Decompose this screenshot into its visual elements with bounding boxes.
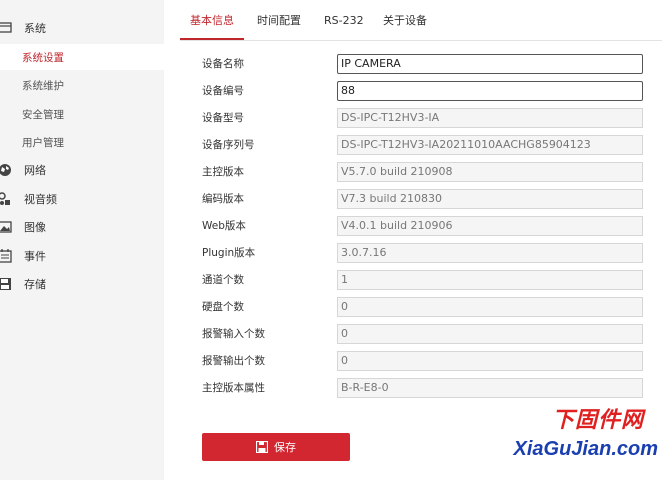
tab-time-settings[interactable]: 时间配置 xyxy=(247,0,311,40)
sidebar-item-network[interactable]: 网络 xyxy=(0,157,164,183)
field-label: 设备序列号 xyxy=(202,139,255,151)
form-row-encoding-version: 编码版本 V7.3 build 210830 xyxy=(202,188,643,210)
field-label: 主控版本 xyxy=(202,166,244,178)
plugin-version-field: 3.0.7.16 xyxy=(337,243,643,263)
sidebar-item-system[interactable]: 系统 xyxy=(0,15,164,41)
field-label: 编码版本 xyxy=(202,193,244,205)
form-row-hdd-count: 硬盘个数 0 xyxy=(202,296,643,318)
sidebar-item-label: 系统设置 xyxy=(22,51,64,64)
watermark-text: 下固件网 xyxy=(551,408,644,433)
save-icon xyxy=(255,440,269,454)
firmware-attribute-field: B-R-E8-0 xyxy=(337,378,643,398)
device-number-input[interactable] xyxy=(337,81,643,101)
sidebar-item-label: 网络 xyxy=(24,164,46,177)
field-label: 设备编号 xyxy=(202,85,244,97)
web-version-field: V4.0.1 build 210906 xyxy=(337,216,643,236)
field-label: 主控版本属性 xyxy=(202,382,265,394)
device-model-field: DS-IPC-T12HV3-IA xyxy=(337,108,643,128)
form-row-web-version: Web版本 V4.0.1 build 210906 xyxy=(202,215,643,237)
sidebar-item-label: 安全管理 xyxy=(22,108,64,121)
globe-icon xyxy=(0,163,12,177)
sidebar-item-label: 视音频 xyxy=(24,193,57,206)
field-label: 通道个数 xyxy=(202,274,244,286)
form-row-device-number: 设备编号 xyxy=(202,80,643,102)
form-row-firmware-attribute: 主控版本属性 B-R-E8-0 xyxy=(202,377,643,399)
form-row-firmware-version: 主控版本 V5.7.0 build 210908 xyxy=(202,161,643,183)
field-label: 硬盘个数 xyxy=(202,301,244,313)
channel-count-field: 1 xyxy=(337,270,643,290)
field-label: 报警输入个数 xyxy=(202,328,265,340)
form-row-device-name: 设备名称 xyxy=(202,53,643,75)
form-row-alarm-output-count: 报警输出个数 0 xyxy=(202,350,643,372)
field-label: Plugin版本 xyxy=(202,247,256,259)
tab-bar: 基本信息 时间配置 RS-232 关于设备 xyxy=(180,0,662,41)
tab-basic-info[interactable]: 基本信息 xyxy=(180,0,244,40)
firmware-version-field: V5.7.0 build 210908 xyxy=(337,162,643,182)
field-label: 报警输出个数 xyxy=(202,355,265,367)
sidebar-item-label: 系统 xyxy=(24,22,46,35)
sidebar-item-label: 图像 xyxy=(24,221,46,234)
sidebar-item-system-maintenance[interactable]: 系统维护 xyxy=(0,72,164,98)
form-row-device-model: 设备型号 DS-IPC-T12HV3-IA xyxy=(202,107,643,129)
sidebar-item-security-management[interactable]: 安全管理 xyxy=(0,101,164,127)
calendar-icon xyxy=(0,249,12,263)
form-row-serial-number: 设备序列号 DS-IPC-T12HV3-IA20211010AACHG85904… xyxy=(202,134,643,156)
sidebar-item-label: 存储 xyxy=(24,278,46,291)
sidebar-item-label: 系统维护 xyxy=(22,79,64,92)
sidebar-item-label: 用户管理 xyxy=(22,136,64,149)
serial-number-field: DS-IPC-T12HV3-IA20211010AACHG85904123 xyxy=(337,135,643,155)
sidebar-item-label: 事件 xyxy=(24,250,46,263)
form-row-alarm-input-count: 报警输入个数 0 xyxy=(202,323,643,345)
sidebar-item-event[interactable]: 事件 xyxy=(0,243,164,269)
monitor-icon xyxy=(0,21,12,35)
tab-about-device[interactable]: 关于设备 xyxy=(373,0,437,40)
alarm-output-count-field: 0 xyxy=(337,351,643,371)
save-button[interactable]: 保存 xyxy=(202,433,350,461)
audio-video-icon xyxy=(0,192,12,206)
watermark-url: XiaGuJian.com xyxy=(513,438,659,460)
field-label: 设备型号 xyxy=(202,112,244,124)
watermark: 下固件网 XiaGuJian.com xyxy=(492,398,662,480)
field-label: 设备名称 xyxy=(202,58,244,70)
tab-rs232[interactable]: RS-232 xyxy=(314,0,374,40)
form-row-channel-count: 通道个数 1 xyxy=(202,269,643,291)
save-button-label: 保存 xyxy=(274,441,296,454)
hdd-count-field: 0 xyxy=(337,297,643,317)
sidebar: 系统 系统设置 系统维护 安全管理 用户管理 网络 视音频 图像 事件 存储 xyxy=(0,0,164,480)
form-row-plugin-version: Plugin版本 3.0.7.16 xyxy=(202,242,643,264)
sidebar-item-image[interactable]: 图像 xyxy=(0,214,164,240)
sidebar-item-system-settings[interactable]: 系统设置 xyxy=(0,44,164,70)
field-label: Web版本 xyxy=(202,220,246,232)
sidebar-item-user-management[interactable]: 用户管理 xyxy=(0,129,164,155)
alarm-input-count-field: 0 xyxy=(337,324,643,344)
sidebar-item-audio-video[interactable]: 视音频 xyxy=(0,186,164,212)
save-icon xyxy=(0,277,12,291)
encoding-version-field: V7.3 build 210830 xyxy=(337,189,643,209)
sidebar-item-storage[interactable]: 存储 xyxy=(0,271,164,297)
image-icon xyxy=(0,220,12,234)
device-name-input[interactable] xyxy=(337,54,643,74)
